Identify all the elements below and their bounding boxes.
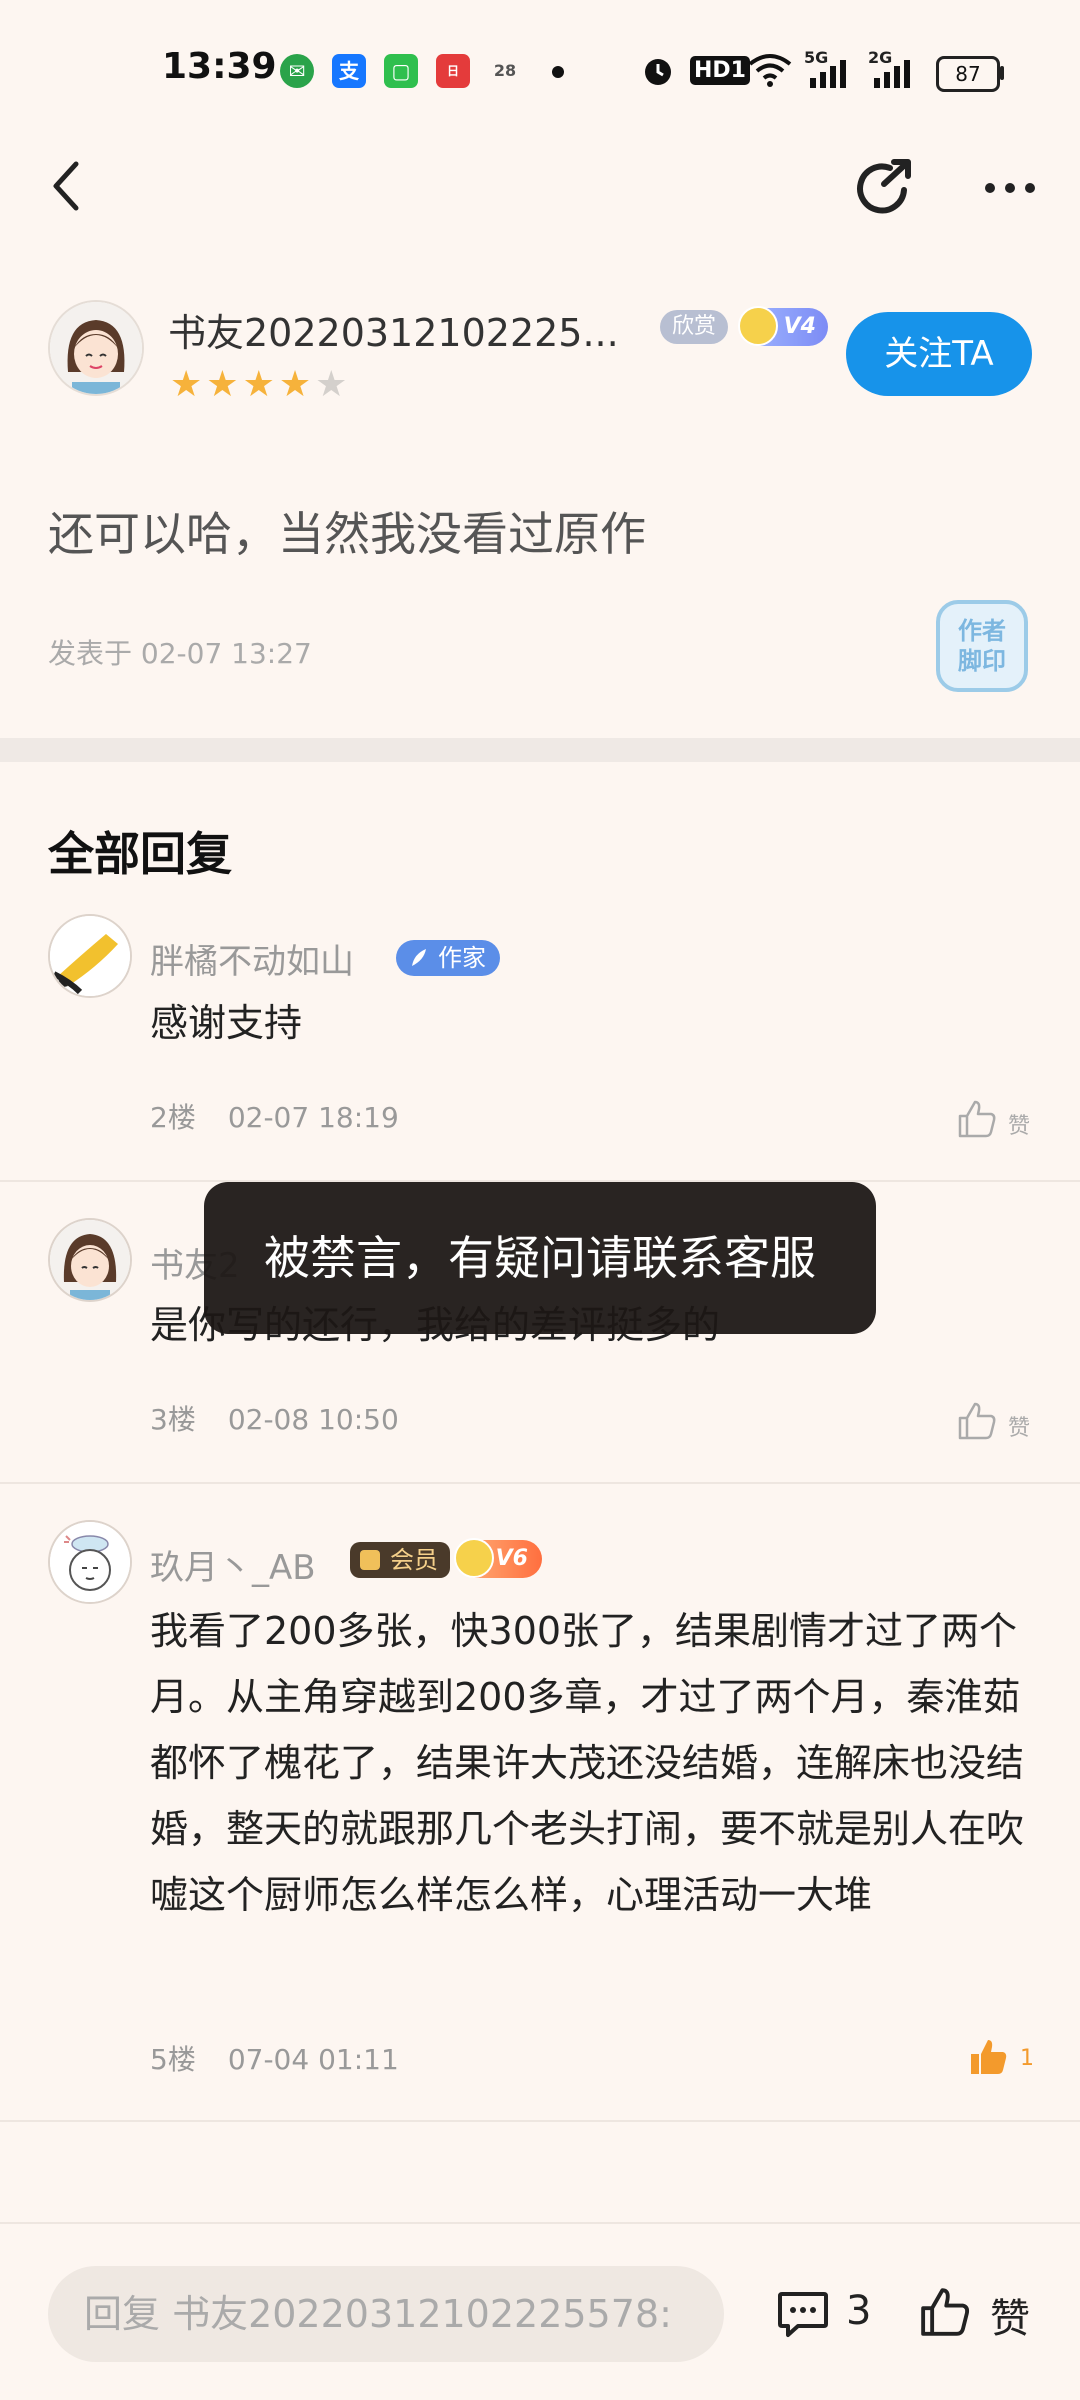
reply-text: 感谢支持 <box>150 1001 303 1045</box>
reply-floor: 3楼 <box>150 1403 196 1436</box>
crown-icon <box>360 1550 380 1570</box>
like-count: 1 <box>1020 2046 1034 2071</box>
bottom-like-label[interactable]: 赞 <box>990 2286 1030 2344</box>
reply-time: 02-08 10:50 <box>227 1403 399 1436</box>
battery-tip <box>1000 66 1004 80</box>
thumbs-up-outline-icon <box>958 1402 996 1440</box>
battery-indicator: 87 <box>936 56 1000 92</box>
like-label: 赞 <box>1008 1114 1031 1139</box>
level-pet-icon <box>454 1538 494 1578</box>
writer-tag: 作家 <box>396 940 500 976</box>
reply-author-name[interactable]: 胖橘不动如山 <box>150 934 354 983</box>
reply-floor: 5楼 <box>150 2043 196 2076</box>
rating-stars: ★★★★★ <box>170 364 351 405</box>
reply-meta: 2楼 02-07 18:19 <box>150 1096 431 1136</box>
member-tag-label: 会员 <box>390 1546 438 1574</box>
thumbs-up-filled-icon <box>971 2040 1007 2074</box>
bottom-divider <box>0 2222 1080 2224</box>
alipay-icon: 支 <box>332 54 366 88</box>
bottom-like-button[interactable] <box>918 2284 972 2340</box>
level-badge-v4: V4 <box>738 306 828 346</box>
signal-icon-sim1 <box>810 60 846 88</box>
wifi-icon <box>748 54 792 87</box>
toast-message: 被禁言，有疑问请联系客服 <box>204 1182 876 1334</box>
signal-icon-sim2 <box>874 60 910 88</box>
level-pet-icon <box>738 306 778 346</box>
shopping-app-icon: 日 <box>436 54 470 88</box>
level-label: V6 <box>495 1546 528 1571</box>
comment-bubble-icon <box>778 2292 828 2337</box>
alarm-icon <box>645 59 671 85</box>
appreciate-tag: 欣赏 <box>660 310 729 344</box>
more-button[interactable] <box>980 160 1040 216</box>
more-notifications-dot <box>552 66 564 78</box>
all-replies-title: 全部回复 <box>48 827 232 881</box>
reply-meta: 5楼 07-04 01:11 <box>150 2038 431 2078</box>
thumbs-up-outline-icon <box>958 1100 996 1138</box>
level-label: V4 <box>783 314 816 339</box>
writer-tag-label: 作家 <box>438 944 486 972</box>
feather-icon <box>412 949 426 966</box>
comment-count[interactable]: 3 <box>846 2288 871 2334</box>
reply-avatar[interactable] <box>48 1218 132 1302</box>
member-tag: 会员 <box>350 1542 450 1578</box>
post-author-name[interactable]: 书友20220312102225... <box>168 302 619 357</box>
post-content: 还可以哈，当然我没看过原作 <box>48 507 646 561</box>
calendar-icon: 28 <box>493 61 517 80</box>
row-divider <box>0 1482 1080 1484</box>
reply-avatar[interactable] <box>48 1520 132 1604</box>
hd-icon: HD1 <box>690 56 750 85</box>
avatar-doodle-icon <box>50 1522 130 1602</box>
reply-time: 07-04 01:11 <box>227 2043 399 2076</box>
chevron-left-icon <box>53 161 79 211</box>
like-button[interactable]: 赞 <box>956 1400 1030 1446</box>
reply-floor: 2楼 <box>150 1101 196 1134</box>
section-divider <box>0 738 1080 762</box>
like-button[interactable]: 赞 <box>956 1098 1030 1144</box>
comments-button[interactable] <box>776 2288 830 2340</box>
status-time: 13:39 <box>162 46 277 87</box>
status-bar: 13:39 ✉ 支 ▢ 日 28 HD1 5G 2G 87 <box>0 0 1080 140</box>
star-icon-filled: ★ <box>170 364 207 405</box>
avatar-brush-icon <box>50 916 130 996</box>
share-button[interactable] <box>850 156 916 222</box>
post-time: 发表于 02-07 13:27 <box>48 637 312 670</box>
reply-meta: 3楼 02-08 10:50 <box>150 1398 431 1438</box>
star-icon-empty: ★ <box>315 364 352 405</box>
follow-button[interactable]: 关注TA <box>846 312 1032 396</box>
reply-time: 02-07 18:19 <box>227 1101 399 1134</box>
star-icon-filled: ★ <box>206 364 243 405</box>
avatar-girl-icon <box>50 302 142 394</box>
back-button[interactable] <box>46 156 86 216</box>
like-label: 赞 <box>1008 1416 1031 1441</box>
row-divider <box>0 2120 1080 2122</box>
like-button-active[interactable]: 1 <box>968 2036 1034 2082</box>
reply-text: 我看了200多张，快300张了，结果剧情才过了两个月。从主角穿越到200多章，才… <box>150 1609 1025 1917</box>
messages-icon: ▢ <box>384 54 418 88</box>
star-icon-filled: ★ <box>242 364 279 405</box>
author-footprint-stamp: 作者 脚印 <box>936 600 1028 692</box>
reply-avatar[interactable] <box>48 914 132 998</box>
thumbs-up-outline-icon <box>921 2288 970 2336</box>
post-author-avatar[interactable] <box>48 300 144 396</box>
wechat-icon: ✉ <box>280 54 314 88</box>
reply-input[interactable]: 回复 书友20220312102225578: <box>48 2266 724 2362</box>
level-badge-v6: V6 <box>454 1538 542 1578</box>
avatar-girl-icon <box>50 1220 130 1300</box>
reply-author-name[interactable]: 玖月丶_AB <box>150 1540 316 1589</box>
more-dots-icon <box>985 183 1035 193</box>
star-icon-filled: ★ <box>278 364 316 405</box>
share-refresh-icon <box>857 159 911 214</box>
